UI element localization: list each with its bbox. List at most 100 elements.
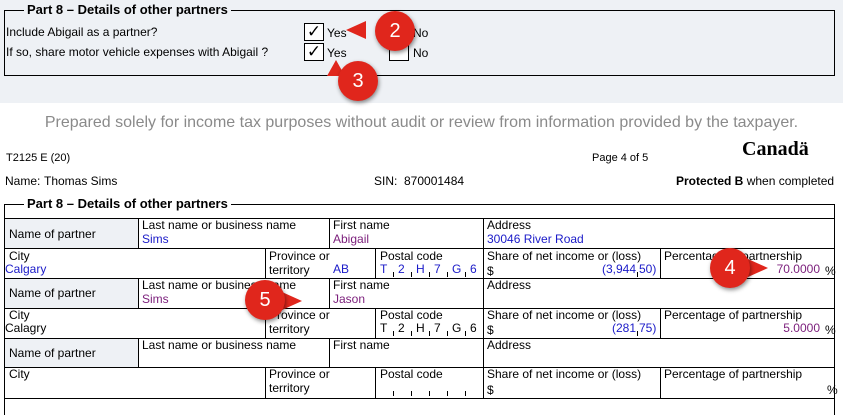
callout-4-badge: 4 <box>710 248 750 288</box>
column-divider <box>375 248 376 278</box>
partner-1-last-name[interactable]: Sims <box>142 233 169 246</box>
postal-separator <box>429 331 430 336</box>
name-of-partner-label: Name of partner <box>9 286 96 300</box>
postal-char[interactable]: 7 <box>434 322 441 335</box>
percent-sign: % <box>827 383 838 397</box>
partner-2-first-name[interactable]: Jason <box>333 293 365 306</box>
include-partner-yes-checkbox[interactable]: ✓ <box>304 23 324 41</box>
part8-legend: Part 8 – Details of other partners <box>24 197 231 211</box>
postal-separator <box>411 331 412 336</box>
partner-1-province[interactable]: AB <box>333 263 349 276</box>
postal-char[interactable]: G <box>452 322 461 335</box>
partner-1-city[interactable]: Calgary <box>5 263 46 276</box>
postal-char[interactable]: H <box>416 263 425 276</box>
checkmark-icon: ✓ <box>306 42 322 62</box>
share-label: Share of net income or (loss) <box>487 249 642 263</box>
callout-2-pointer-icon <box>346 21 366 39</box>
postal-char[interactable]: T <box>380 322 387 335</box>
postal-separator <box>429 272 430 277</box>
province-label-line2: territory <box>269 263 310 277</box>
postal-code-label: Postal code <box>380 308 443 322</box>
share-vehicle-yes-checkbox[interactable]: ✓ <box>304 43 324 61</box>
address-label: Address <box>487 218 532 232</box>
callout-5-badge: 5 <box>245 280 285 320</box>
city-label: City <box>9 308 30 322</box>
column-divider <box>375 367 376 398</box>
cents-separator <box>637 272 638 277</box>
name-of-partner-label: Name of partner <box>9 227 96 241</box>
province-label-line2: territory <box>269 381 310 395</box>
share-vehicle-yes-label: Yes <box>327 46 347 60</box>
partner-2-share-cents[interactable]: 75) <box>639 322 656 335</box>
include-partner-no-label: No <box>413 26 429 40</box>
postal-code-label: Postal code <box>380 367 443 381</box>
partner-2-percentage[interactable]: 5.0000 <box>700 322 820 335</box>
postal-separator <box>447 272 448 277</box>
address-label: Address <box>487 278 532 292</box>
postal-separator <box>465 331 466 336</box>
partner-1-share-cents[interactable]: 50) <box>639 263 656 276</box>
postal-separator <box>411 391 412 396</box>
dollar-sign: $ <box>487 383 494 397</box>
postal-separator <box>411 272 412 277</box>
partner-1-share-dollars[interactable]: (3,944 <box>560 263 636 276</box>
name-of-partner-label: Name of partner <box>9 346 96 360</box>
address-label: Address <box>487 338 532 352</box>
partner-2-city[interactable]: Calagry <box>5 322 46 335</box>
postal-char[interactable]: 6 <box>470 322 477 335</box>
postal-separator <box>465 272 466 277</box>
postal-separator <box>393 391 394 396</box>
partner-1-address[interactable]: 30046 River Road <box>487 233 584 246</box>
postal-char[interactable]: 2 <box>398 322 405 335</box>
form-id: T2125 E (20) <box>6 152 71 164</box>
postal-char[interactable]: 7 <box>434 263 441 276</box>
first-name-label: First name <box>333 218 390 232</box>
cents-separator <box>637 331 638 336</box>
postal-separator <box>465 391 466 396</box>
postal-char[interactable]: T <box>380 263 387 276</box>
sin-label: SIN: <box>374 174 398 188</box>
top-part8-box <box>4 10 835 76</box>
postal-separator <box>447 331 448 336</box>
city-label: City <box>9 249 30 263</box>
protected-status: Protected B when completed <box>676 174 835 188</box>
postal-char[interactable]: 2 <box>398 263 405 276</box>
include-partner-yes-label: Yes <box>327 26 347 40</box>
column-divider <box>375 308 376 338</box>
postal-separator <box>393 272 394 277</box>
page-number: Page 4 of 5 <box>592 152 649 164</box>
dollar-sign: $ <box>487 264 494 278</box>
postal-char[interactable]: 6 <box>470 263 477 276</box>
first-name-label: First name <box>333 338 390 352</box>
province-label: Province or <box>269 249 330 263</box>
province-label: Province or <box>269 367 330 381</box>
callout-3-badge: 3 <box>338 61 378 101</box>
percentage-label: Percentage of partnership <box>664 367 803 381</box>
disclaimer-text: Prepared solely for income tax purposes … <box>44 114 799 131</box>
sin-value: 870001484 <box>404 174 465 188</box>
postal-separator <box>447 391 448 396</box>
name-label: Name: <box>5 174 41 188</box>
postal-char[interactable]: G <box>452 263 461 276</box>
share-label: Share of net income or (loss) <box>487 367 642 381</box>
postal-char[interactable]: H <box>416 322 425 335</box>
taxpayer-name: Thomas Sims <box>44 174 118 188</box>
percentage-label: Percentage of partnership <box>664 308 803 322</box>
share-label: Share of net income or (loss) <box>487 308 642 322</box>
city-label: City <box>9 367 30 381</box>
partner-2-share-dollars[interactable]: (281 <box>560 322 636 335</box>
callout-4-pointer-icon <box>748 259 768 277</box>
share-vehicle-no-label: No <box>413 46 429 60</box>
dollar-sign: $ <box>487 323 494 337</box>
first-name-label: First name <box>333 278 390 292</box>
canada-wordmark-logo: Canadä <box>742 138 809 160</box>
postal-separator <box>429 391 430 396</box>
percent-sign: % <box>825 323 836 337</box>
last-name-label: Last name or business name <box>142 218 297 232</box>
partner-1-first-name[interactable]: Abigail <box>333 233 369 246</box>
partner-2-last-name[interactable]: Sims <box>142 293 169 306</box>
include-partner-question: Include Abigail as a partner? <box>6 25 158 39</box>
postal-separator <box>393 331 394 336</box>
callout-2-badge: 2 <box>375 11 415 51</box>
callout-5-pointer-icon <box>282 292 302 310</box>
